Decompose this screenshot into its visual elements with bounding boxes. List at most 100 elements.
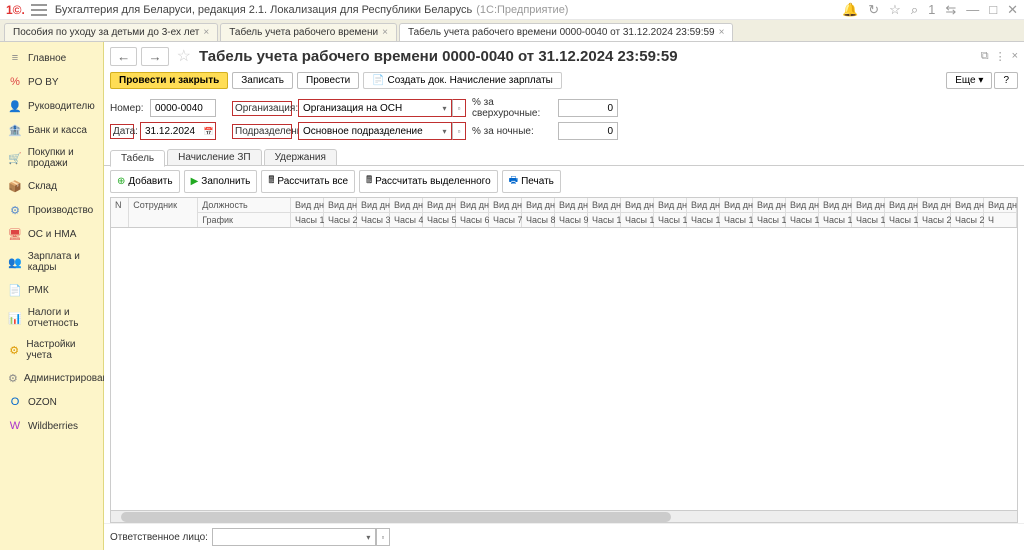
recalc-button[interactable]: 🖩Рассчитать все xyxy=(261,170,355,193)
open-icon[interactable]: ▫ xyxy=(452,99,466,117)
col-day-type[interactable]: Вид дня xyxy=(654,198,687,212)
col-day-type[interactable]: Вид дня 3 xyxy=(357,198,390,212)
col-day-type[interactable]: Вид дня xyxy=(885,198,918,212)
post-button[interactable]: Провести xyxy=(297,72,359,89)
menu-icon[interactable] xyxy=(31,4,47,16)
col-hours[interactable]: Часы 17 xyxy=(819,212,852,227)
close-icon[interactable]: ✕ xyxy=(1007,2,1018,18)
col-day-type[interactable]: Вид дня 7 xyxy=(489,198,522,212)
grid[interactable]: NСотрудникДолжностьГрафикВид дня 1Часы 1… xyxy=(110,197,1018,523)
calendar-icon[interactable]: 📅 xyxy=(202,122,216,140)
col-day-type[interactable]: Вид дня xyxy=(621,198,654,212)
col-hours[interactable]: Часы 19 xyxy=(885,212,918,227)
tab-close-icon[interactable]: × xyxy=(203,27,209,38)
org-combo[interactable]: ▾ ▫ xyxy=(298,99,466,117)
write-button[interactable]: Записать xyxy=(232,72,293,89)
bell-icon[interactable]: 🔔 xyxy=(842,2,858,18)
col-n[interactable]: N xyxy=(111,198,129,227)
sidebar-item[interactable]: ⚙Администрирование xyxy=(0,366,103,390)
favorite-icon[interactable]: ☆ xyxy=(177,46,191,66)
col-hours[interactable]: Часы 21 xyxy=(951,212,984,227)
tab-close-icon[interactable]: × xyxy=(382,27,388,38)
star-icon[interactable]: ☆ xyxy=(889,2,901,18)
sidebar-item[interactable]: 🏦Банк и касса xyxy=(0,118,103,142)
col-day-type[interactable]: Вид дня 2 xyxy=(984,198,1017,212)
open-window-icon[interactable]: ⧉ xyxy=(981,50,989,63)
search-icon[interactable]: ⌕ xyxy=(911,2,918,18)
subtab-accrual[interactable]: Начисление ЗП xyxy=(167,149,261,166)
night-field[interactable] xyxy=(558,122,618,140)
history-icon[interactable]: ↻ xyxy=(868,2,879,18)
col-day-type[interactable]: Вид дня xyxy=(687,198,720,212)
col-hours[interactable]: Часы 15 xyxy=(753,212,786,227)
settings-icon[interactable]: ⇆ xyxy=(945,2,956,18)
print-button[interactable]: 🖶Печать xyxy=(502,170,561,193)
col-graf[interactable]: График xyxy=(198,212,291,227)
sidebar-item[interactable]: WWildberries xyxy=(0,414,103,438)
col-hours[interactable]: Часы 18 xyxy=(852,212,885,227)
minimize-icon[interactable]: — xyxy=(966,2,979,17)
sidebar-item[interactable]: ⚙Настройки учета xyxy=(0,334,103,366)
col-day-type[interactable]: Вид дня 5 xyxy=(423,198,456,212)
sidebar-item[interactable]: 👤Руководителю xyxy=(0,94,103,118)
subtab-deduct[interactable]: Удержания xyxy=(264,149,337,166)
col-hours[interactable]: Часы 10 xyxy=(588,212,621,227)
tab-timesheet-doc[interactable]: Табель учета рабочего времени 0000-0040 … xyxy=(399,23,734,41)
col-hours[interactable]: Часы 20 xyxy=(918,212,951,227)
add-button[interactable]: ⊕Добавить xyxy=(110,170,180,193)
nav-fwd-button[interactable]: → xyxy=(141,47,168,66)
sidebar-item[interactable]: ⚙Производство xyxy=(0,198,103,222)
dropdown-icon[interactable]: ▾ xyxy=(438,122,452,140)
post-close-button[interactable]: Провести и закрыть xyxy=(110,72,228,89)
col-day-type[interactable]: Вид дня 2 xyxy=(324,198,357,212)
col-hours[interactable]: Часы 6 xyxy=(456,212,489,227)
col-emp[interactable]: Сотрудник xyxy=(129,198,198,227)
col-day-type[interactable]: Вид дня 8 xyxy=(522,198,555,212)
doc-close-icon[interactable]: × xyxy=(1012,50,1018,63)
col-hours[interactable]: Часы 5 xyxy=(423,212,456,227)
open-icon[interactable]: ▫ xyxy=(376,528,390,546)
col-hours[interactable]: Часы 8 xyxy=(522,212,555,227)
tab-timesheet-list[interactable]: Табель учета рабочего времени× xyxy=(220,23,397,41)
col-day-type[interactable]: Вид дня 6 xyxy=(456,198,489,212)
dropdown-icon[interactable]: ▾ xyxy=(438,99,452,117)
col-day-type[interactable]: Вид дня 4 xyxy=(390,198,423,212)
maximize-icon[interactable]: □ xyxy=(989,2,997,17)
col-hours[interactable]: Часы 13 xyxy=(687,212,720,227)
sidebar-item[interactable]: 👥Зарплата и кадры xyxy=(0,246,103,278)
col-hours[interactable]: Часы 14 xyxy=(720,212,753,227)
col-hours[interactable]: Часы 7 xyxy=(489,212,522,227)
col-hours[interactable]: Часы 11 xyxy=(621,212,654,227)
date-field[interactable]: 📅 xyxy=(140,122,216,140)
horizontal-scrollbar[interactable] xyxy=(111,510,1017,522)
overtime-field[interactable] xyxy=(558,99,618,117)
nav-back-button[interactable]: ← xyxy=(110,47,137,66)
sidebar-item[interactable]: 📊Налоги и отчетность xyxy=(0,302,103,334)
col-hours[interactable]: Часы 3 xyxy=(357,212,390,227)
col-day-type[interactable]: Вид дня xyxy=(918,198,951,212)
sidebar-item[interactable]: ≡Главное xyxy=(0,46,103,70)
open-icon[interactable]: ▫ xyxy=(452,122,466,140)
col-day-type[interactable]: Вид дня 9 xyxy=(555,198,588,212)
col-day-type[interactable]: Вид дня xyxy=(588,198,621,212)
tab-close-icon[interactable]: × xyxy=(719,27,725,38)
sidebar-item[interactable]: 🖥ОС и НМА xyxy=(0,222,103,246)
col-day-type[interactable]: Вид дня xyxy=(753,198,786,212)
sidebar-item[interactable]: %PO BY xyxy=(0,70,103,94)
col-day-type[interactable]: Вид дня xyxy=(720,198,753,212)
number-field[interactable] xyxy=(150,99,216,117)
sidebar-item[interactable]: 📦Склад xyxy=(0,174,103,198)
create-doc-button[interactable]: 📄 Создать док. Начисление зарплаты xyxy=(363,72,562,89)
sidebar-item[interactable]: 📄РМК xyxy=(0,278,103,302)
dropdown-icon[interactable]: ▾ xyxy=(362,528,376,546)
tab-benefits[interactable]: Пособия по уходу за детьми до 3-ех лет× xyxy=(4,23,218,41)
col-hours[interactable]: Часы 16 xyxy=(786,212,819,227)
doc-options-icon[interactable]: ⋮ xyxy=(995,50,1006,63)
subtab-timesheet[interactable]: Табель xyxy=(110,150,165,167)
sidebar-item[interactable]: 🛒Покупки и продажи xyxy=(0,142,103,174)
col-hours[interactable]: Часы 4 xyxy=(390,212,423,227)
recalc-sel-button[interactable]: 🖩Рассчитать выделенного xyxy=(359,170,498,193)
col-day-type[interactable]: Вид дня xyxy=(819,198,852,212)
help-button[interactable]: ? xyxy=(994,72,1018,89)
col-day-type[interactable]: Вид дня xyxy=(786,198,819,212)
